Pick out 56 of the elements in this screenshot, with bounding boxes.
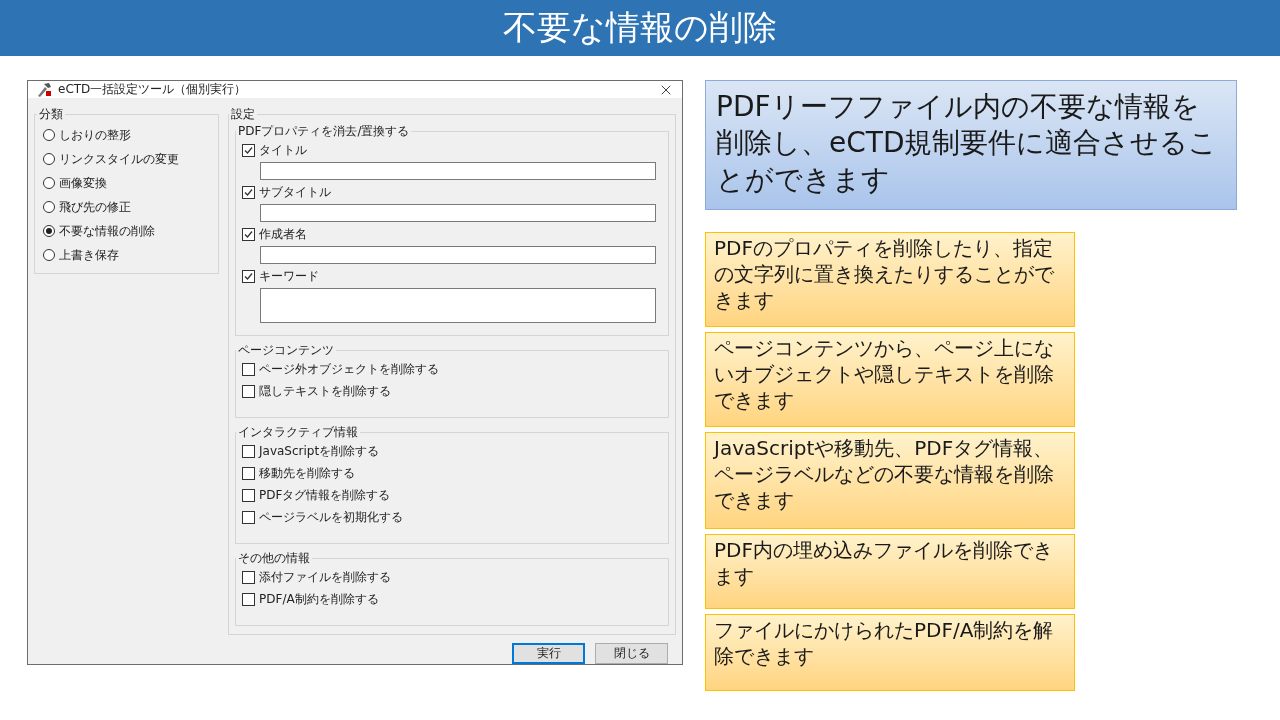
checkbox-label: 移動先を削除する — [259, 464, 355, 482]
checkbox-label: ページラベルを初期化する — [259, 508, 403, 526]
radio-label: 不要な情報の削除 — [59, 222, 155, 240]
note-callout: PDF内の埋め込みファイルを削除できます — [705, 534, 1075, 609]
note-callout: ページコンテンツから、ページ上にないオブジェクトや隠しテキストを削除できます — [705, 332, 1075, 427]
radio-button[interactable] — [43, 225, 55, 237]
note-callout: PDFのプロパティを削除したり、指定の文字列に置き換えたりすることができます — [705, 232, 1075, 327]
group-label: ページコンテンツ — [237, 342, 335, 359]
checkbox[interactable] — [242, 488, 255, 502]
checkbox-label: PDFタグ情報を削除する — [259, 486, 391, 504]
checkbox-label: タイトル — [259, 141, 307, 159]
radio-button[interactable] — [43, 129, 55, 141]
radio-label: 上書き保存 — [59, 246, 119, 264]
group-label: 設定 — [230, 106, 256, 123]
checkbox-label: キーワード — [259, 267, 319, 285]
radio-button[interactable] — [43, 153, 55, 165]
dialog-button[interactable]: 実行 — [512, 643, 585, 664]
dialog-button[interactable]: 閉じる — [595, 643, 668, 664]
checkbox-label: 作成者名 — [259, 225, 307, 243]
input-field[interactable] — [260, 162, 656, 180]
checkbox[interactable] — [242, 592, 255, 606]
text-area[interactable] — [260, 288, 656, 323]
checkbox[interactable] — [242, 362, 255, 376]
checkbox-label: PDF/A制約を削除する — [259, 590, 379, 608]
input-field[interactable] — [260, 246, 656, 264]
group-label: 分類 — [38, 106, 64, 123]
checkbox-label: JavaScriptを削除する — [259, 442, 380, 460]
radio-button[interactable] — [43, 177, 55, 189]
checkbox[interactable] — [242, 570, 255, 584]
radio-label: しおりの整形 — [59, 126, 131, 144]
checkbox[interactable] — [242, 384, 255, 398]
checkbox[interactable] — [242, 466, 255, 480]
checkbox-label: サブタイトル — [259, 183, 331, 201]
checkbox[interactable] — [242, 444, 255, 458]
checkbox[interactable] — [242, 227, 255, 241]
input-field[interactable] — [260, 204, 656, 222]
checkbox-label: ページ外オブジェクトを削除する — [259, 360, 439, 378]
summary-callout: PDFリーフファイル内の不要な情報を削除し、eCTD規制要件に適合させることができます — [705, 80, 1237, 210]
radio-label: 飛び先の修正 — [59, 198, 131, 216]
slide-title: 不要な情報の削除 — [503, 6, 777, 49]
window-title: eCTD一括設定ツール（個別実行） — [58, 81, 248, 98]
note-callout: ファイルにかけられたPDF/A制約を解除できます — [705, 614, 1075, 691]
checkbox-label: 添付ファイルを削除する — [259, 568, 391, 586]
checkbox[interactable] — [242, 143, 255, 157]
checkbox-label: 隠しテキストを削除する — [259, 382, 391, 400]
radio-button[interactable] — [43, 249, 55, 261]
note-callout: JavaScriptや移動先、PDFタグ情報、ページラベルなどの不要な情報を削除できます — [705, 432, 1075, 529]
group-label: インタラクティブ情報 — [237, 424, 359, 441]
checkbox[interactable] — [242, 185, 255, 199]
radio-label: リンクスタイルの変更 — [59, 150, 179, 168]
checkbox[interactable] — [242, 269, 255, 283]
group-label: PDFプロパティを消去/置換する — [237, 123, 411, 140]
group-label: その他の情報 — [237, 550, 311, 567]
radio-button[interactable] — [43, 201, 55, 213]
radio-label: 画像変換 — [59, 174, 107, 192]
checkbox[interactable] — [242, 510, 255, 524]
